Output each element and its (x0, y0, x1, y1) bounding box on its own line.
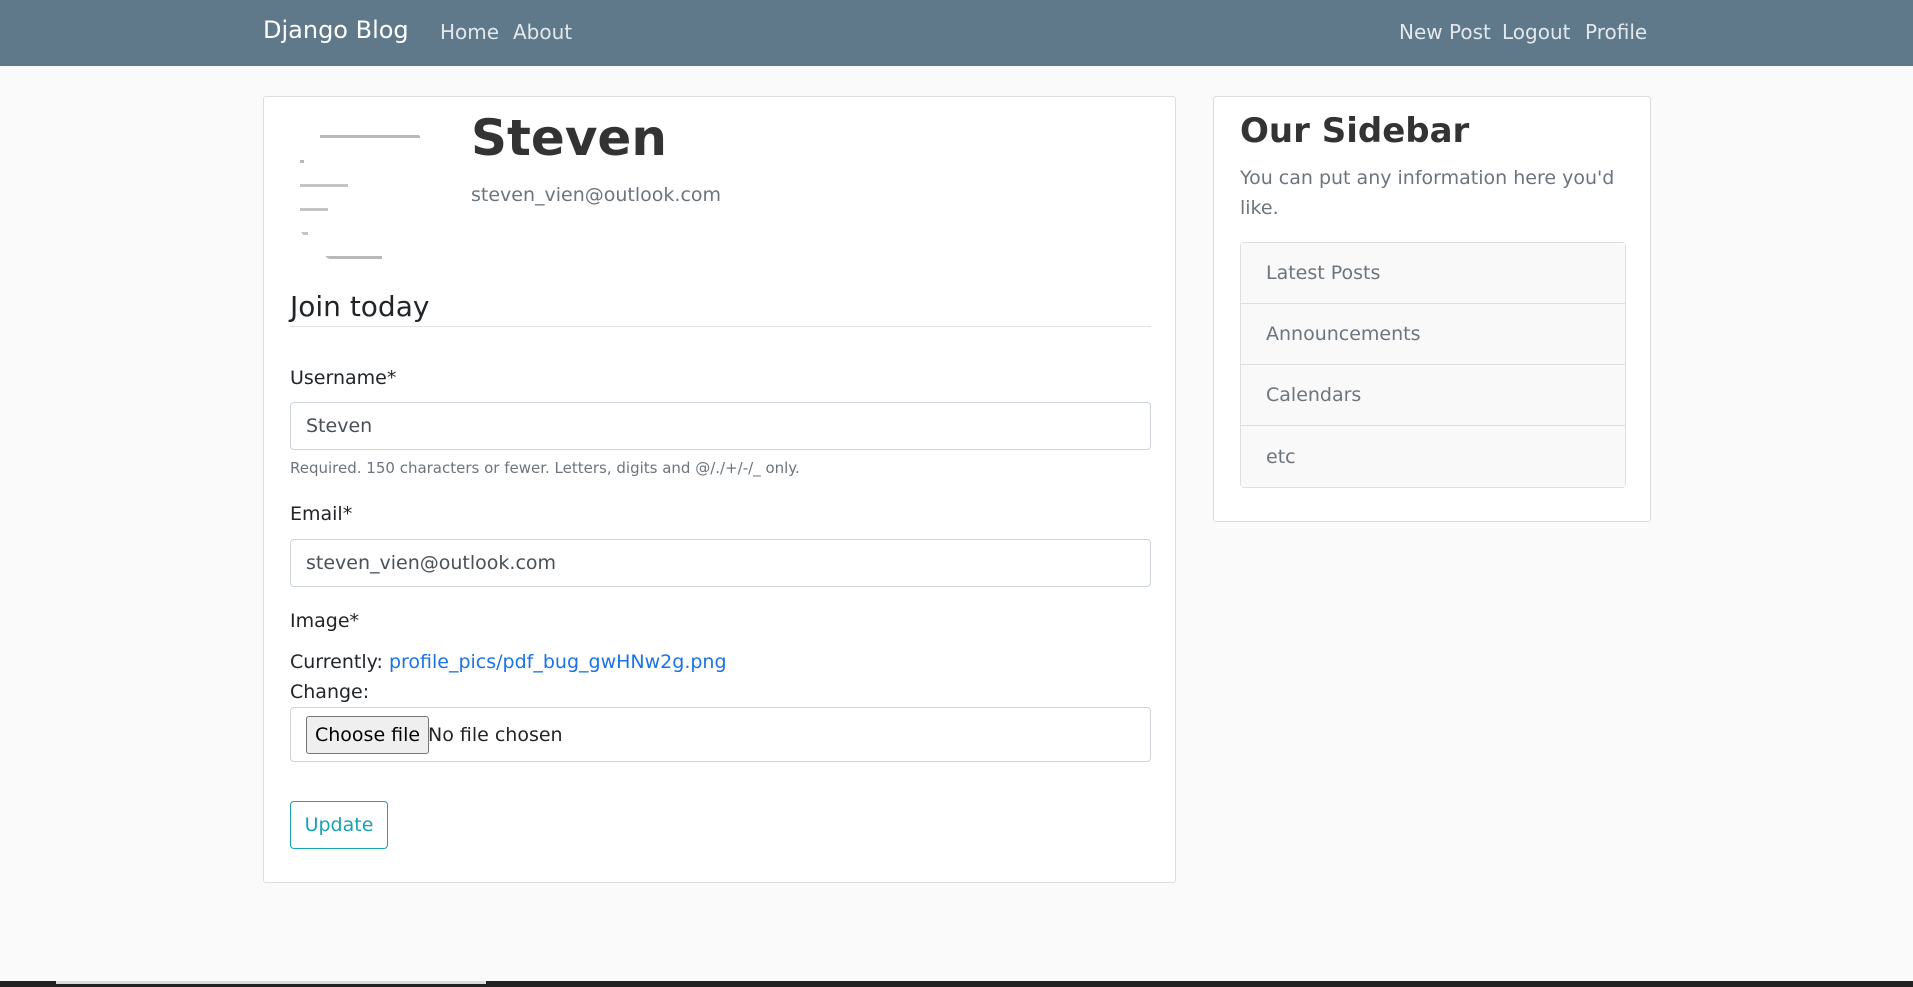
choose-file-button[interactable]: Choose file (306, 716, 430, 754)
email-input[interactable] (290, 539, 1151, 587)
sidebar-list: Latest Posts Announcements Calendars etc (1240, 242, 1626, 488)
image-label: Image* (290, 610, 360, 632)
currently-label: Currently: (290, 651, 383, 673)
email-label: Email* (290, 503, 353, 525)
nav-home-link[interactable]: Home (440, 20, 499, 44)
avatar (290, 115, 444, 269)
account-name: Steven (471, 109, 667, 167)
image-file-input[interactable]: Choose file No file chosen (290, 707, 1151, 762)
username-label: Username* (290, 367, 397, 389)
top-navbar: Django Blog Home About New Post Logout P… (0, 0, 1913, 66)
nav-new-post-link[interactable]: New Post (1399, 20, 1491, 44)
form-legend-text: Join today (290, 290, 430, 323)
avatar-image (300, 135, 420, 259)
sidebar-item-latest-posts[interactable]: Latest Posts (1241, 243, 1625, 304)
brand-link[interactable]: Django Blog (263, 16, 409, 44)
sidebar-item-calendars[interactable]: Calendars (1241, 365, 1625, 426)
taskbar-strip (0, 981, 1913, 987)
form-legend: Join today (290, 290, 1151, 327)
sidebar-item-etc[interactable]: etc (1241, 426, 1625, 487)
taskbar-tab (56, 981, 486, 984)
profile-card: Steven steven_vien@outlook.com Join toda… (263, 96, 1176, 883)
nav-profile-link[interactable]: Profile (1585, 20, 1647, 44)
account-email: steven_vien@outlook.com (471, 184, 722, 206)
username-input[interactable] (290, 402, 1151, 450)
no-file-chosen-text: No file chosen (428, 724, 563, 746)
sidebar-title: Our Sidebar (1240, 111, 1470, 151)
sidebar-item-announcements[interactable]: Announcements (1241, 304, 1625, 365)
username-help-text: Required. 150 characters or fewer. Lette… (290, 459, 800, 477)
sidebar-text: You can put any information here you'd l… (1240, 167, 1615, 219)
sidebar: Our Sidebar You can put any information … (1213, 96, 1651, 522)
change-label: Change: (290, 681, 370, 703)
current-image-link[interactable]: profile_pics/pdf_bug_gwHNw2g.png (389, 651, 727, 673)
update-button[interactable]: Update (290, 801, 388, 849)
current-image-row: Currently: profile_pics/pdf_bug_gwHNw2g.… (290, 651, 727, 673)
nav-about-link[interactable]: About (513, 20, 572, 44)
nav-logout-link[interactable]: Logout (1502, 20, 1570, 44)
